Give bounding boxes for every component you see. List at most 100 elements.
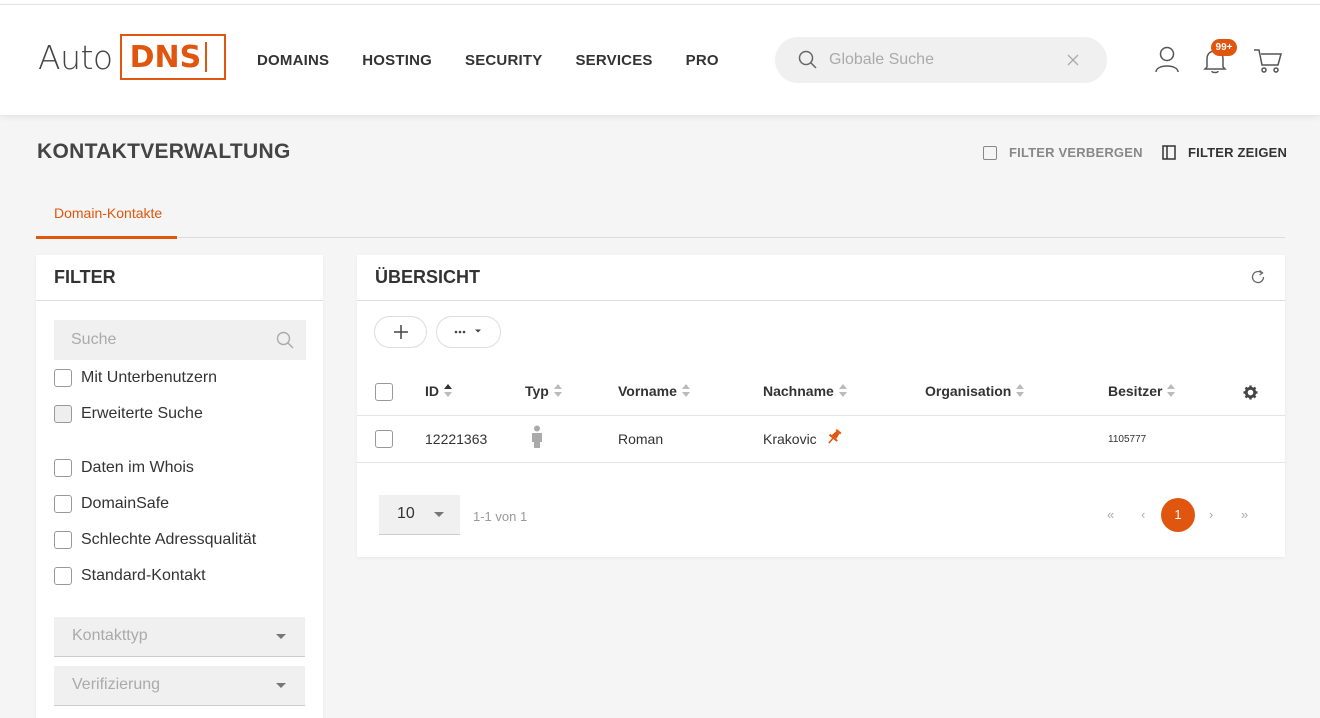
checkbox-label: Standard-Kontakt (81, 567, 206, 584)
row-divider (357, 415, 1285, 416)
checkbox[interactable] (54, 405, 72, 423)
cell-nachname: Krakovic (763, 431, 817, 447)
cell-id: 12221363 (425, 431, 488, 447)
column-label: Besitzer (1108, 383, 1163, 399)
global-search (775, 37, 1107, 83)
column-typ[interactable]: Typ (525, 383, 562, 399)
pin-icon[interactable] (825, 428, 843, 446)
logo-cursor-bar (205, 42, 208, 72)
checkbox[interactable] (54, 531, 72, 549)
logo-dns-text: DNS (129, 39, 202, 75)
logo-dns-box: DNS (119, 34, 226, 80)
user-icon[interactable] (1154, 45, 1180, 73)
sidebar-panel-icon (1162, 145, 1176, 160)
search-icon[interactable] (276, 331, 294, 349)
filter-hide-checkbox[interactable] (983, 145, 997, 160)
filter-hide-label: FILTER VERBERGEN (1009, 145, 1143, 160)
chevron-down-icon (276, 683, 286, 688)
filter-panel: FILTER Mit Unterbenutzern Erweiterte Suc… (36, 255, 323, 718)
filter-daten-im-whois[interactable]: Daten im Whois (54, 459, 194, 477)
logo-auto-text: Auto (38, 37, 113, 77)
more-actions-button[interactable] (436, 316, 501, 348)
per-page-select[interactable]: 10 (379, 495, 460, 535)
checkbox-label: Schlechte Adressqualität (81, 531, 257, 548)
checkbox-label: Daten im Whois (81, 459, 194, 476)
column-besitzer[interactable]: Besitzer (1108, 383, 1176, 399)
column-nachname[interactable]: Nachname (763, 383, 847, 399)
checkbox[interactable] (54, 567, 72, 585)
row-divider (357, 462, 1285, 463)
chevron-down-icon (276, 634, 286, 639)
add-contact-button[interactable] (374, 316, 427, 348)
main-nav: DOMAINS HOSTING SECURITY SERVICES PRO (257, 52, 752, 69)
pagination-page-current[interactable]: 1 (1161, 498, 1195, 532)
column-label: Vorname (618, 383, 677, 399)
cell-vorname: Roman (618, 431, 664, 447)
app-header: Auto DNS DOMAINS HOSTING SECURITY SERVIC… (0, 5, 1320, 115)
select-label: Verifizierung (72, 676, 161, 693)
pagination-next[interactable]: › (1209, 507, 1213, 522)
filter-schlechte-adressqualitaet[interactable]: Schlechte Adressqualität (54, 531, 256, 549)
plus-icon (393, 325, 408, 339)
sort-icon (1016, 384, 1025, 398)
verifizierung-select[interactable]: Verifizierung (54, 666, 305, 706)
nav-services[interactable]: SERVICES (575, 52, 652, 69)
more-dots-icon (454, 329, 481, 334)
filter-hide-toggle[interactable]: FILTER VERBERGEN (983, 145, 1143, 160)
sort-icon (838, 384, 847, 398)
search-icon (798, 50, 817, 69)
overview-title: ÜBERSICHT (357, 255, 1285, 301)
select-all-checkbox[interactable] (375, 383, 393, 401)
close-icon[interactable] (1065, 52, 1081, 68)
checkbox[interactable] (54, 459, 72, 477)
filter-search (54, 320, 306, 360)
column-label: ID (425, 383, 439, 399)
filter-standard-kontakt[interactable]: Standard-Kontakt (54, 567, 206, 585)
filter-domainsafe[interactable]: DomainSafe (54, 495, 169, 513)
per-page-value: 10 (397, 505, 415, 522)
column-label: Nachname (763, 383, 834, 399)
global-search-input[interactable] (829, 45, 1049, 75)
pagination-last[interactable]: » (1241, 507, 1248, 522)
column-label: Organisation (925, 383, 1012, 399)
chevron-down-icon (434, 512, 444, 517)
select-label: Kontakttyp (72, 627, 148, 644)
row-checkbox[interactable] (375, 430, 393, 448)
filter-show-button[interactable]: FILTER ZEIGEN (1162, 145, 1287, 160)
sort-icon (444, 384, 452, 398)
nav-domains[interactable]: DOMAINS (257, 52, 329, 69)
filter-show-label: FILTER ZEIGEN (1188, 145, 1288, 160)
cell-besitzer: 1105777 (1108, 434, 1147, 445)
notification-badge: 99+ (1211, 39, 1237, 56)
result-range: 1-1 von 1 (473, 509, 528, 524)
filter-mit-unterbenutzern[interactable]: Mit Unterbenutzern (54, 369, 217, 387)
person-icon (532, 425, 542, 448)
gear-icon[interactable] (1243, 385, 1258, 400)
filter-erweiterte-suche[interactable]: Erweiterte Suche (54, 405, 203, 423)
filter-title: FILTER (36, 255, 323, 301)
overview-panel: ÜBERSICHT ID Typ Vorname Nachname Organi… (357, 255, 1285, 557)
tab-bar: Domain-Kontakte (36, 195, 1285, 239)
checkbox[interactable] (54, 495, 72, 513)
checkbox-label: Mit Unterbenutzern (81, 369, 218, 386)
column-id[interactable]: ID (425, 383, 452, 399)
nav-pro[interactable]: PRO (686, 52, 719, 69)
checkbox-label: DomainSafe (81, 495, 170, 512)
kontakttyp-select[interactable]: Kontakttyp (54, 617, 305, 657)
checkbox[interactable] (54, 369, 72, 387)
checkbox-label: Erweiterte Suche (81, 405, 203, 422)
sort-icon (1167, 384, 1176, 398)
column-label: Typ (525, 383, 549, 399)
nav-hosting[interactable]: HOSTING (362, 52, 432, 69)
autodns-logo[interactable]: Auto DNS (38, 34, 226, 80)
pagination-prev[interactable]: ‹ (1141, 507, 1145, 522)
refresh-icon[interactable] (1250, 269, 1266, 285)
cart-icon[interactable] (1253, 47, 1283, 75)
column-organisation[interactable]: Organisation (925, 383, 1025, 399)
filter-search-input[interactable] (54, 320, 254, 360)
pagination-first[interactable]: « (1107, 507, 1114, 522)
tab-domain-kontakte[interactable]: Domain-Kontakte (36, 195, 177, 239)
nav-security[interactable]: SECURITY (465, 52, 542, 69)
column-vorname[interactable]: Vorname (618, 383, 690, 399)
sort-icon (553, 384, 562, 398)
